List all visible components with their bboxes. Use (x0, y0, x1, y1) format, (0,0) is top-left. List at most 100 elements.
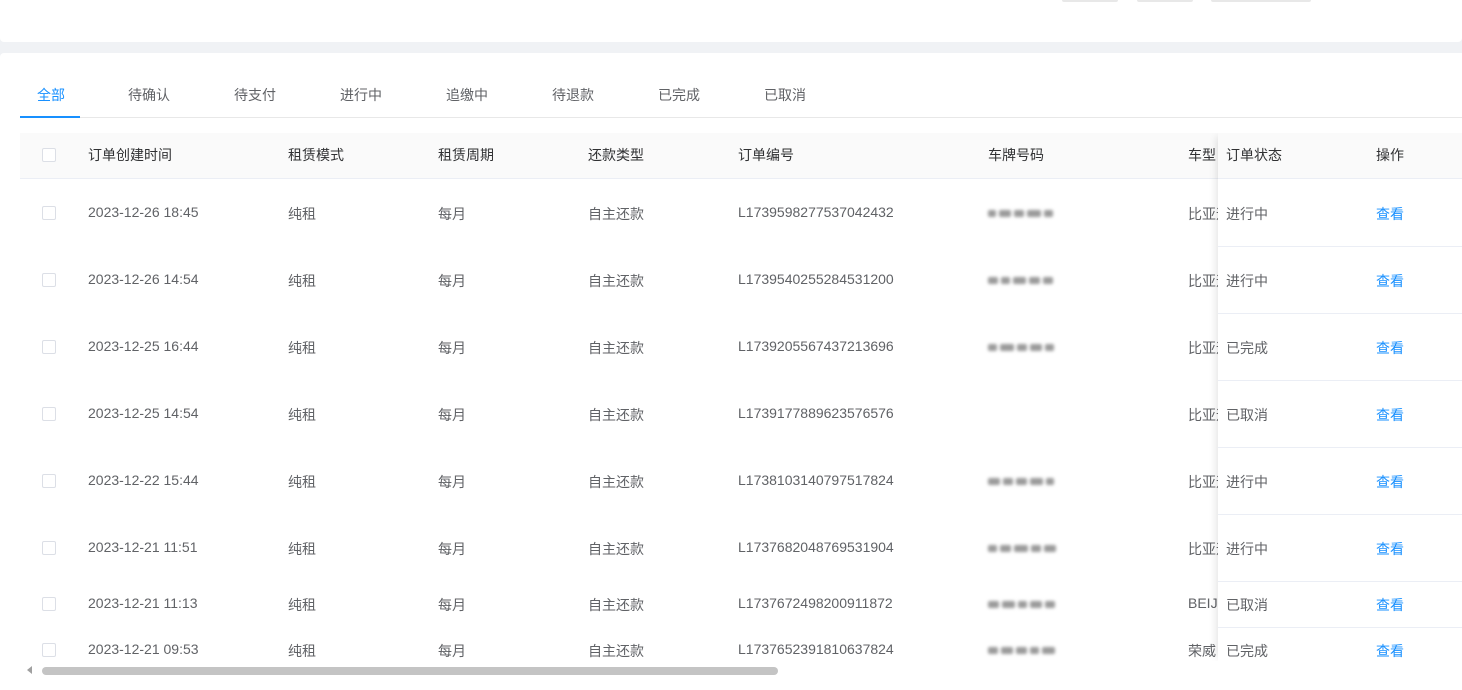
view-link[interactable]: 查看 (1376, 641, 1404, 661)
row-checkbox[interactable] (42, 273, 56, 287)
mode-cell: 纯租 (288, 643, 316, 659)
tab-pending-confirm[interactable]: 待确认 (128, 74, 170, 116)
tab-completed[interactable]: 已完成 (658, 74, 700, 116)
scrollbar-thumb[interactable] (42, 667, 778, 675)
column-header-mode: 租赁模式 (288, 147, 344, 163)
order-number-cell: L1738103140797517824 (738, 472, 894, 488)
view-link[interactable]: 查看 (1376, 204, 1404, 224)
order-number-cell: L1739205567437213696 (738, 338, 894, 354)
column-header-cycle: 租赁周期 (438, 147, 494, 163)
cycle-cell: 每月 (438, 474, 466, 490)
order-table: 订单创建时间 租赁模式 租赁周期 还款类型 订单编号 车牌号码 车型 2023-… (20, 133, 1462, 661)
created-cell: 2023-12-26 18:45 (88, 204, 199, 220)
fixed-row: 进行中 查看 (1218, 447, 1462, 515)
fixed-row: 已完成 查看 (1218, 627, 1462, 661)
cycle-cell: 每月 (438, 541, 466, 557)
row-checkbox[interactable] (42, 206, 56, 220)
status-tabs: 全部 待确认 待支付 进行中 追缴中 待退款 已完成 已取消 (20, 74, 1462, 118)
fixed-row: 已取消 查看 (1218, 581, 1462, 628)
car-type-cell: 比亚迪 (1188, 340, 1220, 356)
fixed-row: 已取消 查看 (1218, 380, 1462, 448)
horizontal-scrollbar[interactable] (20, 662, 1462, 682)
plate-number-redacted (988, 542, 1064, 554)
row-checkbox[interactable] (42, 541, 56, 555)
column-header-status: 订单状态 (1226, 147, 1282, 163)
order-number-cell: L1739540255284531200 (738, 271, 894, 287)
cycle-cell: 每月 (438, 407, 466, 423)
filter-button[interactable] (1062, 0, 1118, 2)
filter-button[interactable] (1211, 0, 1311, 2)
order-number-cell: L1739177889623576576 (738, 405, 894, 421)
column-header-order-no: 订单编号 (738, 147, 794, 163)
plate-number-redacted (988, 207, 1064, 219)
tab-in-progress[interactable]: 进行中 (340, 74, 382, 116)
mode-cell: 纯租 (288, 597, 316, 613)
tab-cancelled[interactable]: 已取消 (764, 74, 806, 116)
view-link[interactable]: 查看 (1376, 271, 1404, 291)
active-tab-indicator (20, 116, 80, 118)
order-number-cell: L1737652391810637824 (738, 641, 894, 657)
tab-collecting[interactable]: 追缴中 (446, 74, 488, 116)
repay-type-cell: 自主还款 (588, 474, 644, 490)
plate-number-redacted (988, 644, 1064, 656)
order-status-cell: 已完成 (1226, 643, 1268, 659)
view-link[interactable]: 查看 (1376, 472, 1404, 492)
view-link[interactable]: 查看 (1376, 539, 1404, 559)
repay-type-cell: 自主还款 (588, 643, 644, 659)
cycle-cell: 每月 (438, 643, 466, 659)
fixed-row: 已完成 查看 (1218, 313, 1462, 381)
created-cell: 2023-12-26 14:54 (88, 271, 199, 287)
tab-pending-refund[interactable]: 待退款 (552, 74, 594, 116)
car-type-cell: 比亚迪 (1188, 474, 1220, 490)
order-number-cell: L1739598277537042432 (738, 204, 894, 220)
row-checkbox[interactable] (42, 407, 56, 421)
order-status-cell: 进行中 (1226, 206, 1268, 222)
order-status-cell: 已取消 (1226, 407, 1268, 423)
cycle-cell: 每月 (438, 273, 466, 289)
column-header-action: 操作 (1376, 147, 1404, 163)
scroll-left-arrow-icon[interactable] (27, 666, 32, 674)
tab-pending-payment[interactable]: 待支付 (234, 74, 276, 116)
cycle-cell: 每月 (438, 206, 466, 222)
mode-cell: 纯租 (288, 541, 316, 557)
filter-button[interactable] (1137, 0, 1193, 2)
row-checkbox[interactable] (42, 340, 56, 354)
column-header-repay: 还款类型 (588, 147, 644, 163)
created-cell: 2023-12-21 11:51 (88, 539, 198, 555)
row-checkbox[interactable] (42, 643, 56, 657)
car-type-cell: 比亚迪 (1188, 407, 1220, 423)
order-status-cell: 进行中 (1226, 474, 1268, 490)
created-cell: 2023-12-25 16:44 (88, 338, 199, 354)
mode-cell: 纯租 (288, 206, 316, 222)
fixed-row: 进行中 查看 (1218, 514, 1462, 582)
car-type-cell: BEIJING (1188, 595, 1220, 611)
plate-number-redacted (988, 274, 1064, 286)
created-cell: 2023-12-21 11:13 (88, 595, 198, 611)
car-type-cell: 比亚迪 (1188, 206, 1220, 222)
order-number-cell: L1737672498200911872 (738, 595, 893, 611)
repay-type-cell: 自主还款 (588, 597, 644, 613)
plate-number-redacted (988, 475, 1064, 487)
mode-cell: 纯租 (288, 273, 316, 289)
row-checkbox[interactable] (42, 474, 56, 488)
fixed-row: 进行中 查看 (1218, 179, 1462, 247)
view-link[interactable]: 查看 (1376, 405, 1404, 425)
row-checkbox[interactable] (42, 597, 56, 611)
mode-cell: 纯租 (288, 340, 316, 356)
order-status-cell: 进行中 (1226, 273, 1268, 289)
created-cell: 2023-12-22 15:44 (88, 472, 199, 488)
view-link[interactable]: 查看 (1376, 338, 1404, 358)
plate-number-redacted (988, 598, 1064, 610)
view-link[interactable]: 查看 (1376, 595, 1404, 615)
repay-type-cell: 自主还款 (588, 273, 644, 289)
created-cell: 2023-12-21 09:53 (88, 641, 199, 657)
column-header-plate: 车牌号码 (988, 147, 1044, 163)
tab-all[interactable]: 全部 (37, 74, 65, 116)
order-status-cell: 进行中 (1226, 541, 1268, 557)
mode-cell: 纯租 (288, 407, 316, 423)
fixed-right-columns: 订单状态 操作 进行中 查看 进行中 查看 已完成 查看 已取消 查看 进行中 查看 进行中 查看 已取… (1218, 133, 1462, 661)
created-cell: 2023-12-25 14:54 (88, 405, 199, 421)
order-status-cell: 已完成 (1226, 340, 1268, 356)
select-all-checkbox[interactable] (42, 148, 56, 162)
column-header-car-type: 车型 (1188, 147, 1216, 163)
